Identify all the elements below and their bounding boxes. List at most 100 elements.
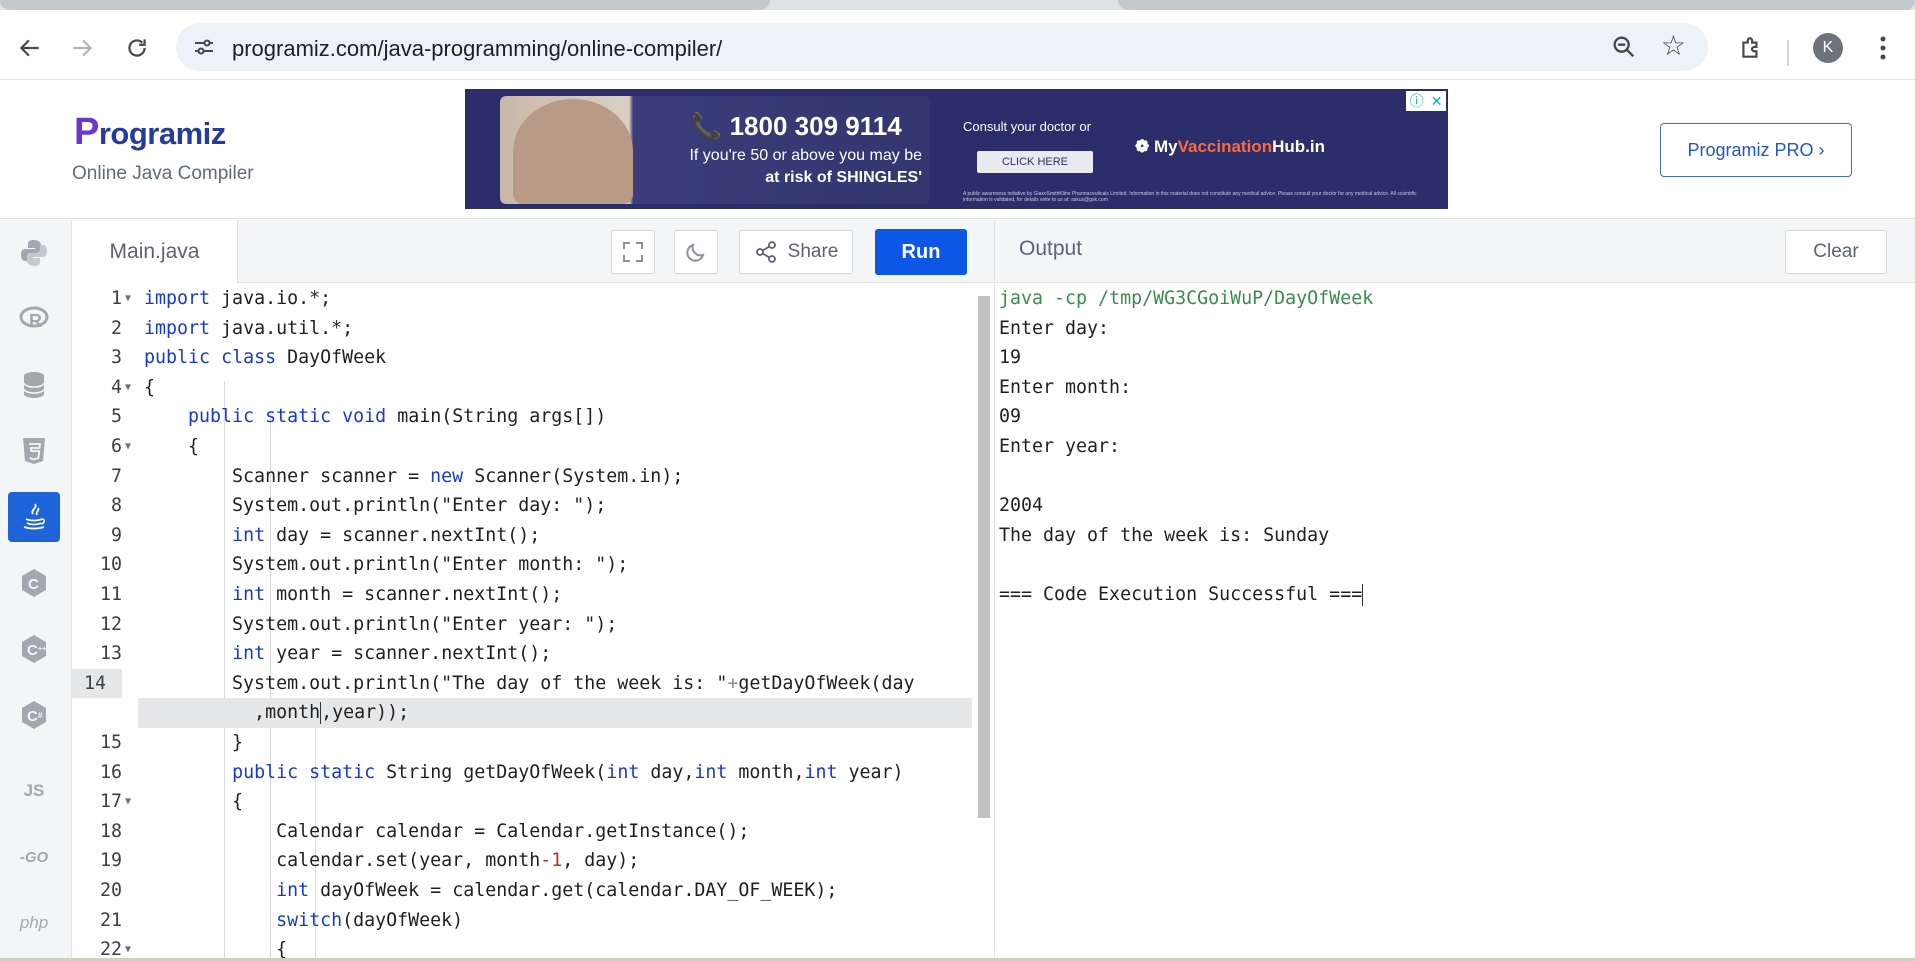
code-line: 20 int dayOfWeek = calendar.get(calendar… [99, 880, 838, 901]
code-line: 3 public class DayOfWeek [110, 347, 387, 369]
fullscreen-icon[interactable] [611, 230, 655, 274]
site-header: Programiz Online Java Compiler 📞 1800 30… [0, 81, 1915, 219]
javascript-icon[interactable]: JS [8, 766, 60, 816]
browser-tab[interactable] [0, 0, 770, 10]
browser-menu-icon[interactable] [1863, 28, 1903, 68]
programiz-pro-button[interactable]: Programiz PRO › [1660, 123, 1852, 177]
code-line: 19 calendar.set(year, month-1, day); [99, 850, 640, 872]
extensions-icon[interactable] [1731, 28, 1771, 68]
console-cursor [1362, 584, 1364, 606]
fold-arrow-icon: ▼ [125, 796, 132, 808]
svg-text:R: R [29, 311, 42, 331]
browser-tab-strip [0, 0, 1915, 10]
html5-icon[interactable] [8, 426, 60, 476]
code-line: 21 switch(dayOfWeek) [99, 909, 464, 931]
java-icon[interactable] [8, 492, 60, 542]
output-line: Enter year: [999, 436, 1121, 457]
output-title: Output [1019, 237, 1083, 260]
ad-hub-logo: ❁ MyVaccinationHub.in [1135, 137, 1325, 156]
code-line: 10 System.out.println("Enter month: "); [99, 554, 629, 576]
address-bar[interactable]: programiz.com/java-programming/online-co… [176, 23, 1708, 71]
code-editor[interactable]: 1 ▼ import java.io.*; 2 import java.util.*;… [72, 284, 994, 961]
bookmark-star-icon[interactable]: ☆ [1661, 31, 1686, 61]
svg-text:C: C [27, 708, 38, 725]
r-icon[interactable]: R [8, 294, 60, 344]
site-info-icon[interactable] [190, 33, 218, 61]
programiz-logo[interactable]: Programiz [74, 111, 226, 154]
output-line: Enter day: [999, 317, 1110, 339]
share-label: Share [787, 241, 839, 262]
c-icon[interactable]: C [8, 558, 60, 608]
browser-toolbar: programiz.com/java-programming/online-co… [0, 10, 1915, 80]
ad-fine-print: A public awareness initiative by GlaxoSm… [963, 191, 1417, 203]
code-line: 1 ▼ import java.io.*; [72, 284, 972, 314]
python-icon[interactable] [8, 228, 60, 278]
page-subtitle: Online Java Compiler [72, 163, 254, 184]
ad-text-line1: If you're 50 or above you may be [689, 147, 922, 164]
code-line: 11 int month = scanner.nextInt(); [99, 584, 563, 605]
ad-choices-icon[interactable]: ⓘ ✕ [1406, 91, 1446, 111]
output-line: 2004 [999, 495, 1044, 517]
text-cursor [320, 702, 322, 725]
svg-text:++: ++ [38, 646, 46, 653]
code-line: 4 ▼{ [72, 373, 972, 403]
avatar[interactable]: K [1813, 33, 1843, 63]
code-line: 2 import java.util.*; [110, 317, 354, 339]
go-icon[interactable]: -GO [8, 832, 60, 882]
sql-icon[interactable] [8, 360, 60, 410]
code-line-active: 14 System.out.println("The day of the we… [72, 668, 972, 699]
profile-avatar[interactable]: K [1808, 28, 1848, 68]
code-line: 13 int year = scanner.nextInt(); [99, 643, 552, 665]
fold-arrow-icon: ▼ [125, 381, 132, 393]
output-line: Enter month: [999, 376, 1132, 398]
svg-text:#: # [38, 711, 43, 720]
zoom-icon[interactable] [1610, 33, 1638, 61]
code-line: 8 System.out.println("Enter day: "); [110, 495, 607, 517]
csharp-icon[interactable]: C # [8, 690, 60, 740]
editor-scrollbar[interactable] [978, 296, 990, 818]
editor-toolbar: Main.java Share Run [72, 220, 994, 283]
code-line: 7 Scanner scanner = new Scanner(System.i… [110, 465, 684, 487]
output-console[interactable]: java -cp /tmp/WG3CGoiWuP/DayOfWeek Enter… [994, 284, 1915, 961]
file-tab-main-java[interactable]: Main.java [72, 220, 238, 283]
code-line: 5 public static void main(String args[]) [110, 406, 607, 428]
svg-text:C: C [28, 576, 39, 593]
output-line: 19 [999, 347, 1022, 369]
url-text[interactable]: programiz.com/java-programming/online-co… [232, 36, 722, 62]
back-icon[interactable] [10, 28, 50, 68]
output-line: 09 [999, 406, 1022, 428]
php-icon[interactable]: php [8, 898, 60, 948]
forward-icon[interactable] [62, 28, 102, 68]
code-line: 17 ▼ { [72, 787, 972, 817]
code-line: 6 ▼ { [72, 432, 972, 462]
close-icon: ✕ [1430, 92, 1443, 109]
output-status: === Code Execution Successful === [999, 584, 1364, 606]
dark-mode-icon[interactable] [674, 230, 718, 274]
ad-text-line2: at risk of SHINGLES' [765, 169, 922, 186]
code-line: 12 System.out.println("Enter year: "); [99, 613, 618, 635]
ad-click-here-button[interactable]: CLICK HERE [977, 151, 1093, 173]
advertisement-banner[interactable]: 📞 1800 309 9114 If you're 50 or above yo… [465, 89, 1448, 209]
share-icon [755, 241, 776, 263]
code-line: 9 int day = scanner.nextInt(); [110, 524, 541, 546]
code-line: 16 public static String getDayOfWeek(int… [99, 761, 904, 783]
info-icon: ⓘ [1409, 93, 1424, 109]
output-toolbar: Output Clear [994, 220, 1915, 283]
code-line-active-wrap: ,month,year)); [138, 698, 972, 728]
ad-phone: 📞 1800 309 9114 [690, 111, 902, 141]
share-button[interactable]: Share [739, 230, 853, 274]
output-command: java -cp /tmp/WG3CGoiWuP/DayOfWeek [999, 288, 1374, 309]
fold-arrow-icon: ▼ [125, 293, 132, 304]
browser-tab[interactable] [1118, 0, 1915, 10]
cpp-icon[interactable]: C ++ [8, 624, 60, 674]
reload-icon[interactable] [117, 28, 157, 68]
code-line: 15 } [99, 732, 244, 753]
ad-person-image [513, 99, 633, 204]
code-line: 18 Calendar calendar = Calendar.getInsta… [99, 820, 750, 842]
fold-arrow-icon: ▼ [125, 441, 132, 452]
run-button[interactable]: Run [875, 229, 967, 275]
output-line: The day of the week is: Sunday [999, 524, 1330, 546]
clear-button[interactable]: Clear [1785, 230, 1887, 274]
svg-text:C: C [27, 642, 38, 659]
language-sidebar: R C C ++ C # JS -GO php [0, 220, 72, 961]
